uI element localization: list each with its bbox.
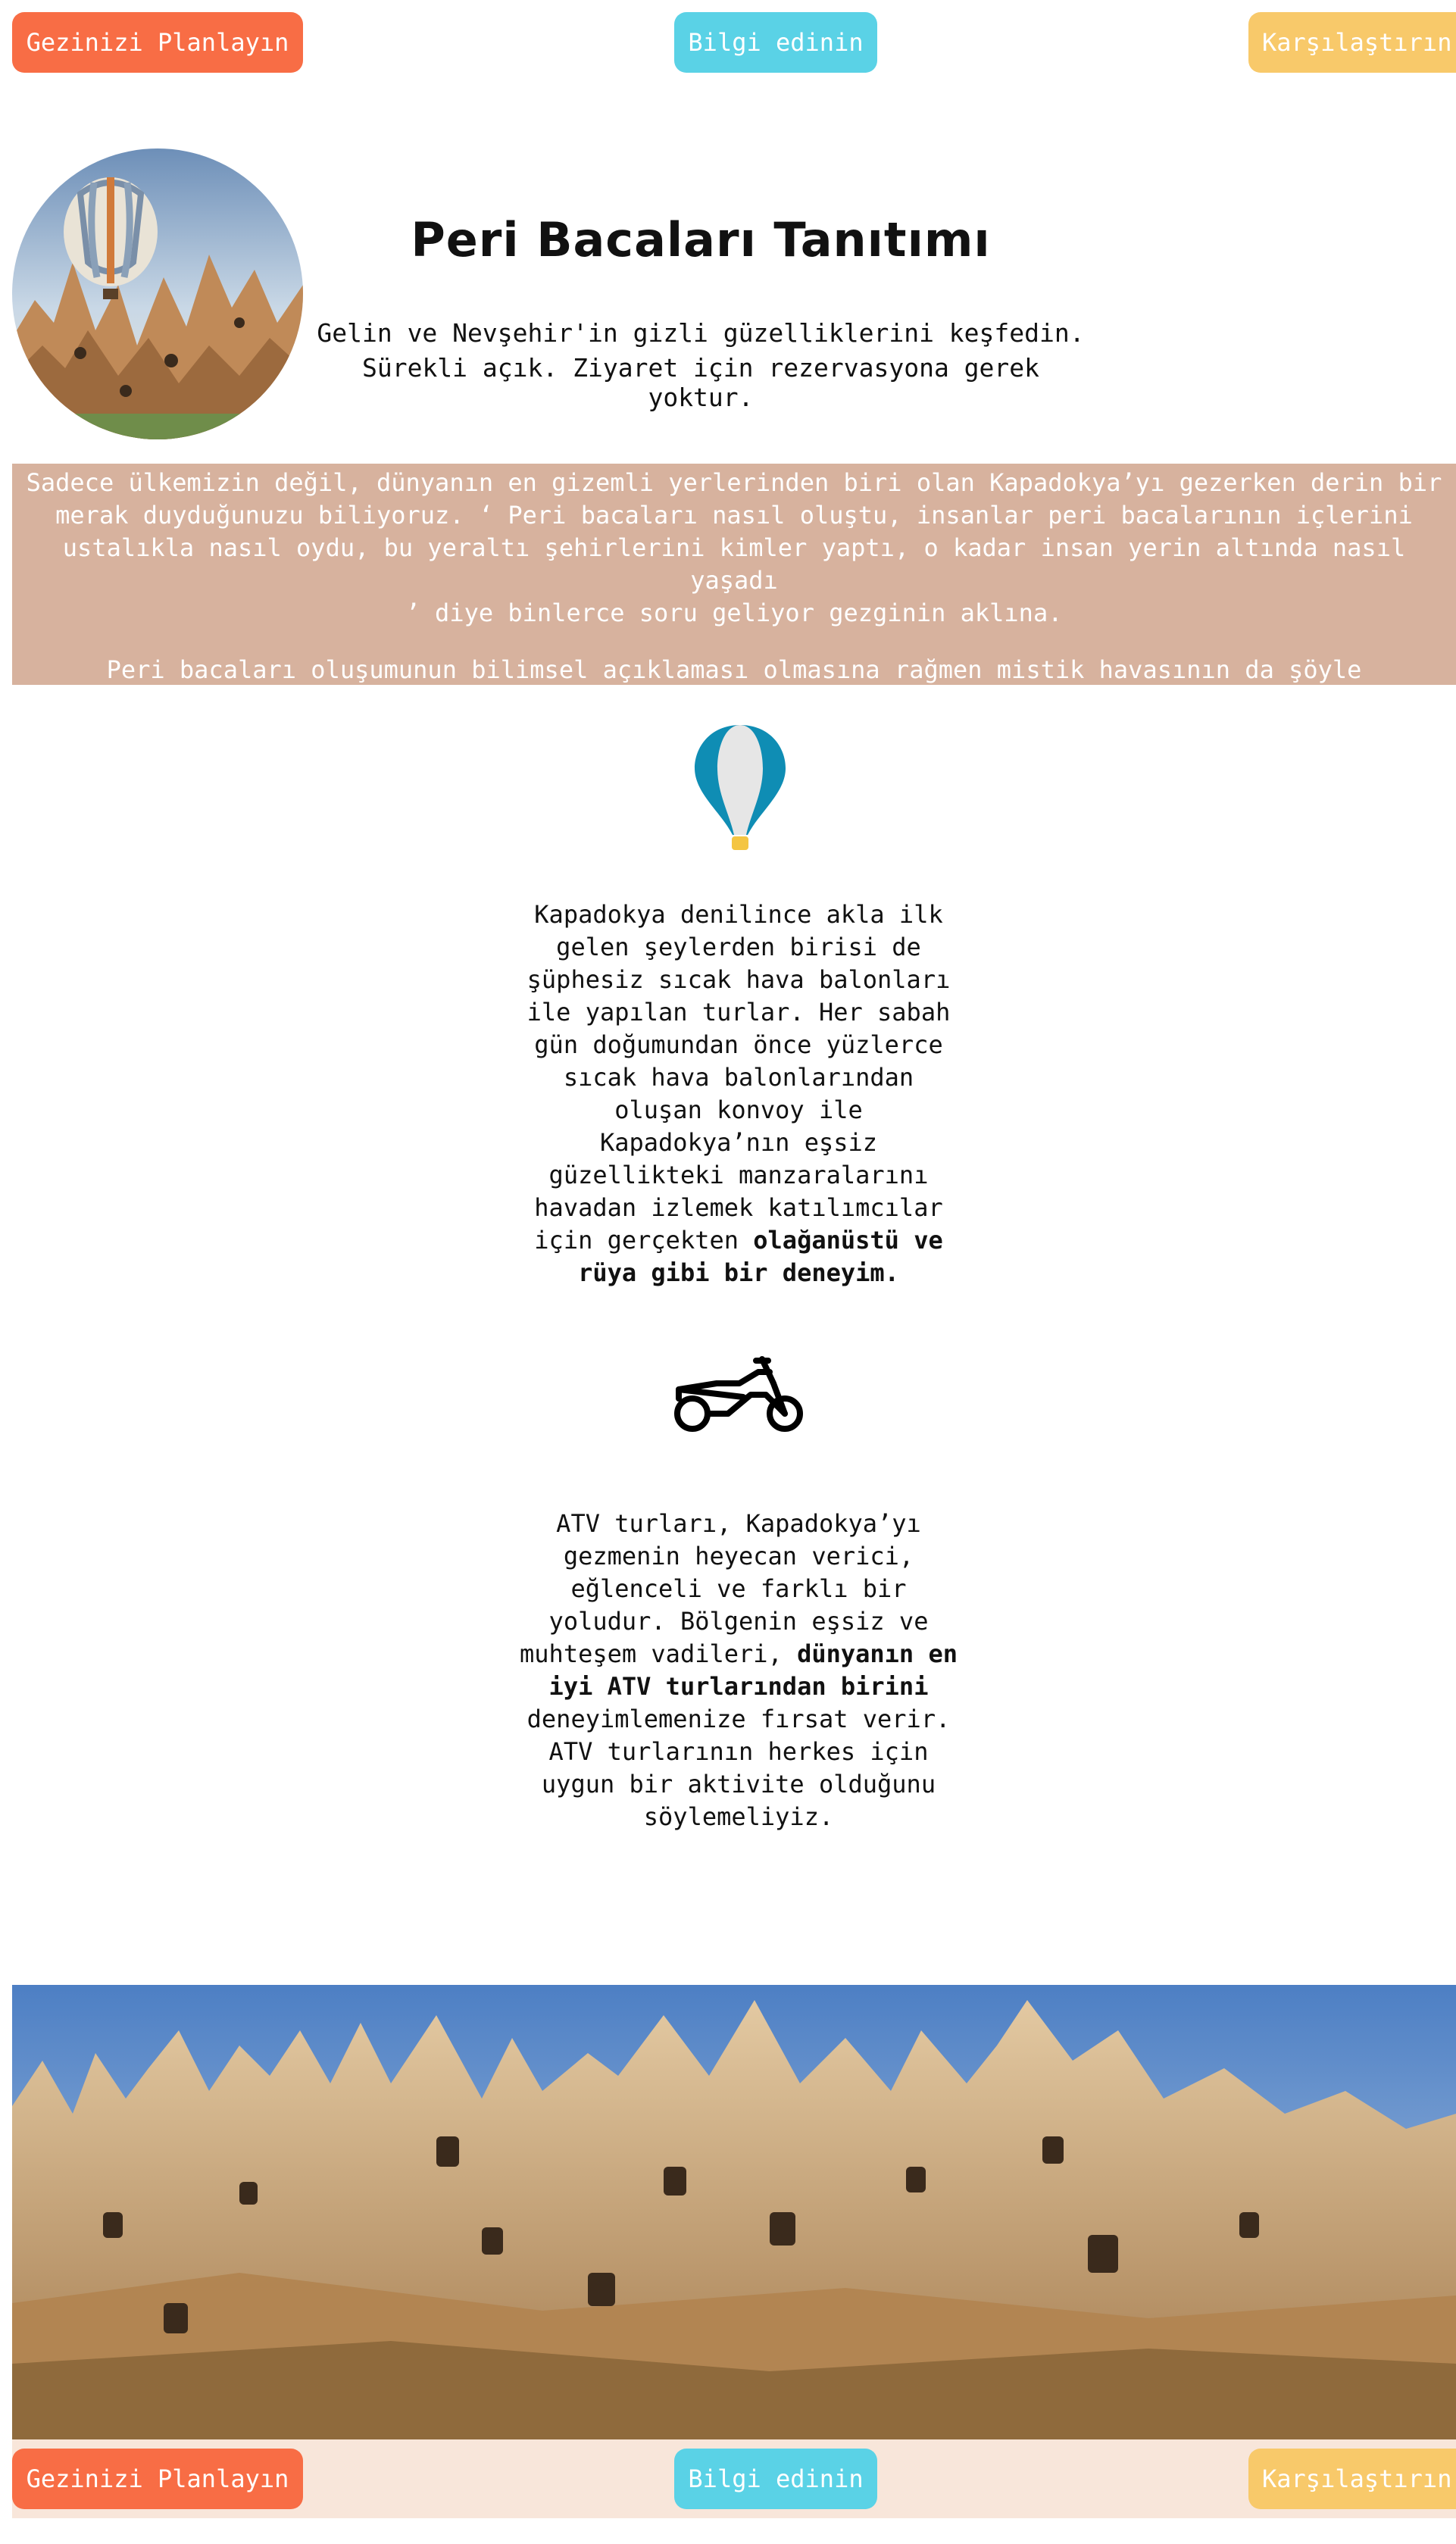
intro-paragraph-2: Peri bacaları oluşumunun bilimsel açıkla… [106,655,1362,684]
footer-compare-button[interactable]: Karşılaştırın [1248,2449,1456,2509]
fairy-chimneys-landscape-image [12,1985,1456,2439]
plan-trip-button[interactable]: Gezinizi Planlayın [12,12,303,73]
page-title: Peri Bacaları Tanıtımı [411,212,991,267]
intro-paragraph-1: Sadece ülkemizin değil, dünyanın en gize… [26,468,1442,627]
learn-more-button[interactable]: Bilgi edinin [674,12,877,73]
atv-description: ATV turları, Kapadokya’yı gezmenin heyec… [515,1508,962,1833]
compare-button[interactable]: Karşılaştırın [1248,12,1456,73]
balloon-text: Kapadokya denilince akla ilk gelen şeyle… [526,900,951,1255]
atv-motorcycle-icon [671,1353,808,1436]
intro-section: Sadece ülkemizin değil, dünyanın en gize… [12,464,1456,685]
atv-text-after: deneyimlemenize fırsat verir. ATV turlar… [526,1705,951,1831]
balloon-description: Kapadokya denilince akla ilk gelen şeyle… [515,899,962,1289]
subtitle-line-2: Sürekli açık. Ziyaret için rezervasyona … [361,353,1040,412]
subtitle-line-1: Gelin ve Nevşehir'in gizli güzelliklerin… [317,318,1085,348]
hot-air-balloon-icon [691,721,789,858]
hero-balloon-image [12,148,303,439]
footer-learn-more-button[interactable]: Bilgi edinin [674,2449,877,2509]
footer-plan-trip-button[interactable]: Gezinizi Planlayın [12,2449,303,2509]
